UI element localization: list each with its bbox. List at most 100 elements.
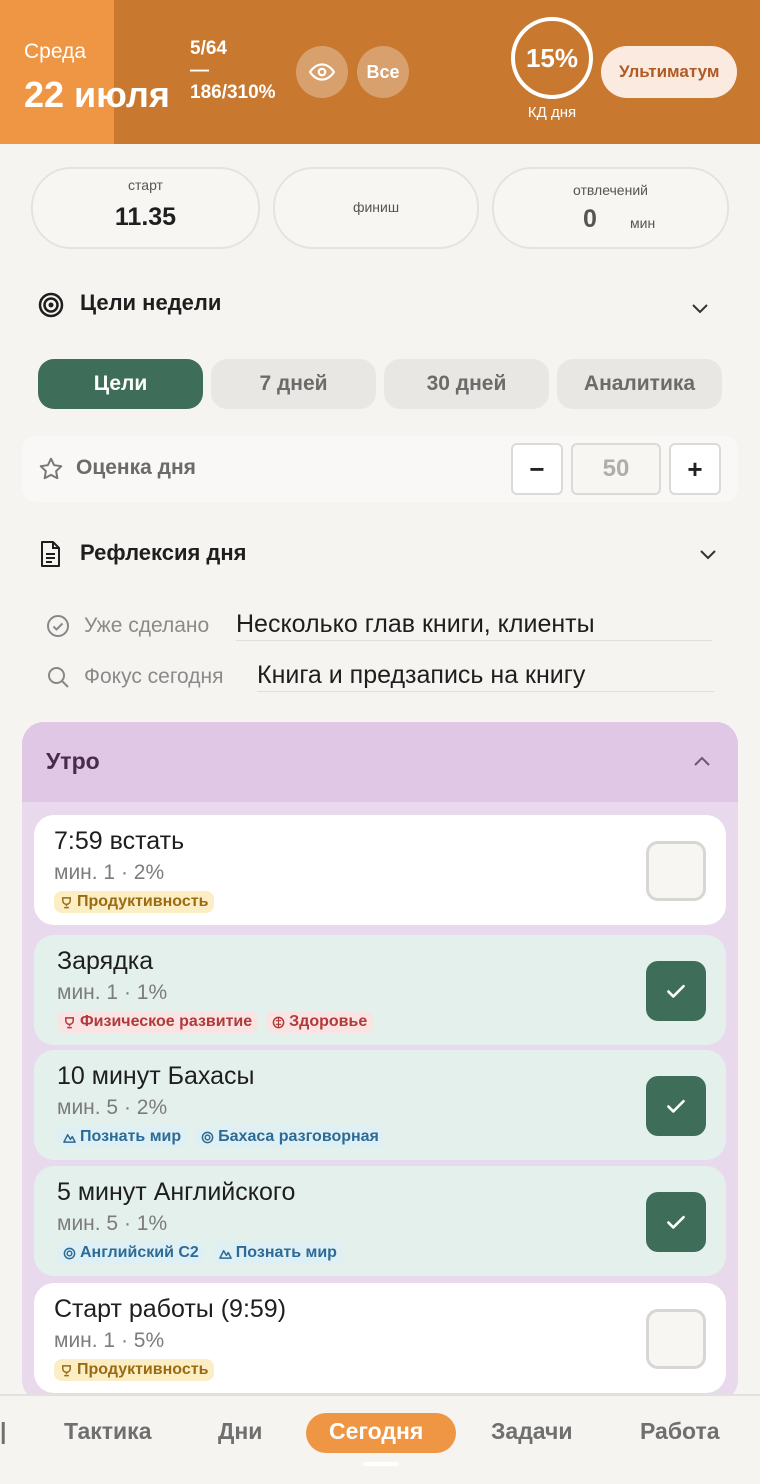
- kd-progress-ring: 15%: [511, 17, 593, 99]
- weekday-label: Среда: [24, 40, 86, 63]
- tag-label: Физическое развитие: [80, 1013, 253, 1030]
- checkmark-icon: [667, 1099, 685, 1113]
- task-title: 5 минут Английского: [57, 1178, 296, 1206]
- ultimatum-button[interactable]: Ультиматум: [601, 46, 737, 98]
- trophy-icon: [62, 1364, 71, 1376]
- target-icon: [38, 292, 64, 318]
- chevron-up-icon[interactable]: [692, 752, 712, 772]
- tag: Продуктивность: [54, 891, 215, 913]
- tag: Английский C2: [57, 1242, 205, 1264]
- task-card[interactable]: 10 минут Бахасы мин. 5 · 2% Познать мир …: [34, 1050, 726, 1160]
- finish-label: финиш: [352, 199, 400, 215]
- task-meta: мин. 1 · 2%: [54, 861, 165, 884]
- nav-item-days[interactable]: Дни: [218, 1418, 262, 1445]
- focus-field[interactable]: Книга и предзапись на книгу: [257, 661, 585, 690]
- start-label: старт: [128, 177, 163, 193]
- distractions-unit: мин: [630, 215, 656, 231]
- tag-label: Бахаса разговорная: [218, 1128, 379, 1145]
- nav-item-offscreen[interactable]: |: [0, 1418, 6, 1445]
- tag-label: Здоровье: [289, 1013, 368, 1030]
- task-title: Зарядка: [57, 947, 154, 975]
- target-icon: [201, 1131, 214, 1143]
- star-icon: [39, 457, 63, 480]
- tag-label: Продуктивность: [77, 893, 209, 910]
- rating-decrease-button[interactable]: −: [511, 443, 563, 495]
- task-meta: мин. 5 · 2%: [57, 1096, 168, 1119]
- tag: Познать мир: [57, 1126, 188, 1148]
- tab-7-days[interactable]: 7 дней: [211, 359, 376, 409]
- check-circle-icon: [47, 615, 69, 637]
- tag: Продуктивность: [54, 1359, 215, 1381]
- task-checkbox[interactable]: [646, 1309, 706, 1369]
- distractions-label: отвлечений: [573, 182, 648, 198]
- task-checkbox[interactable]: [646, 841, 706, 901]
- tag-label: Продуктивность: [77, 1361, 209, 1378]
- visibility-toggle-button[interactable]: [296, 46, 348, 98]
- nav-item-work[interactable]: Работа: [640, 1418, 720, 1445]
- task-card[interactable]: 7:59 встать мин. 1 · 2% Продуктивность: [34, 815, 726, 925]
- target-icon: [63, 1247, 76, 1259]
- tag: Познать мир: [212, 1242, 343, 1264]
- task-meta: мин. 5 · 1%: [57, 1212, 168, 1235]
- trophy-icon: [65, 1016, 74, 1028]
- tag: Бахаса разговорная: [195, 1126, 385, 1148]
- nav-active-indicator: [363, 1462, 399, 1466]
- tag: Здоровье: [266, 1011, 374, 1033]
- distractions-pill[interactable]: отвлечений 0 мин: [492, 167, 729, 249]
- task-checkbox[interactable]: [646, 1076, 706, 1136]
- document-icon: [41, 541, 60, 567]
- start-time-pill[interactable]: старт 11.35: [31, 167, 260, 249]
- checkmark-icon: [667, 984, 685, 998]
- task-card[interactable]: Зарядка мин. 1 · 1% Физическое развитие …: [34, 935, 726, 1045]
- task-title: Старт работы (9:59): [54, 1295, 287, 1323]
- stat-percent: 186/310%: [190, 82, 276, 103]
- morning-header[interactable]: [22, 722, 738, 802]
- distractions-value: 0: [583, 205, 597, 233]
- filter-all-button[interactable]: Все: [357, 46, 409, 98]
- nav-item-tactics[interactable]: Тактика: [64, 1418, 152, 1445]
- brain-icon: [272, 1016, 285, 1028]
- chevron-down-icon[interactable]: [690, 298, 710, 318]
- focus-label: Фокус сегодня: [84, 665, 224, 688]
- tag-label: Познать мир: [80, 1128, 182, 1145]
- tab-goals[interactable]: Цели: [38, 359, 203, 409]
- week-goals-title: Цели недели: [80, 290, 222, 315]
- checkmark-icon: [667, 1215, 685, 1229]
- date-label: 22 июля: [24, 74, 170, 115]
- tab-analytics[interactable]: Аналитика: [557, 359, 722, 409]
- chevron-down-icon[interactable]: [698, 544, 718, 564]
- nav-item-today[interactable]: Сегодня: [329, 1418, 423, 1445]
- mountain-icon: [63, 1133, 76, 1143]
- done-field[interactable]: Несколько глав книги, клиенты: [236, 610, 595, 639]
- task-card[interactable]: 5 минут Английского мин. 5 · 1% Английск…: [34, 1166, 726, 1276]
- rating-increase-button[interactable]: +: [669, 443, 721, 495]
- focus-field-underline: [257, 691, 714, 692]
- mountain-icon: [218, 1249, 232, 1259]
- tab-30-days[interactable]: 30 дней: [384, 359, 549, 409]
- trophy-icon: [62, 896, 71, 908]
- nav-item-tasks[interactable]: Задачи: [491, 1418, 573, 1445]
- done-field-underline: [236, 640, 712, 641]
- tag-label: Познать мир: [235, 1244, 337, 1261]
- morning-title: Утро: [46, 748, 100, 774]
- task-title: 7:59 встать: [54, 827, 185, 855]
- stat-dash: —: [190, 60, 209, 81]
- rating-value[interactable]: 50: [571, 443, 661, 495]
- task-card[interactable]: Старт работы (9:59) мин. 1 · 5% Продукти…: [34, 1283, 726, 1393]
- tag-label: Английский C2: [80, 1244, 199, 1261]
- finish-time-pill[interactable]: финиш: [273, 167, 479, 249]
- tag: Физическое развитие: [57, 1011, 259, 1033]
- day-stats: 5/64 — 186/310%: [190, 38, 276, 104]
- task-checkbox[interactable]: [646, 961, 706, 1021]
- reflection-title: Рефлексия дня: [80, 540, 247, 565]
- day-rating-label: Оценка дня: [76, 456, 196, 479]
- stat-tasks: 5/64: [190, 38, 227, 59]
- done-label: Уже сделано: [84, 614, 210, 637]
- task-title: 10 минут Бахасы: [57, 1062, 255, 1090]
- task-meta: мин. 1 · 1%: [57, 981, 168, 1004]
- date-block[interactable]: [0, 0, 114, 144]
- task-checkbox[interactable]: [646, 1192, 706, 1252]
- search-icon: [48, 667, 69, 688]
- task-meta: мин. 1 · 5%: [54, 1329, 165, 1352]
- start-value: 11.35: [114, 203, 177, 231]
